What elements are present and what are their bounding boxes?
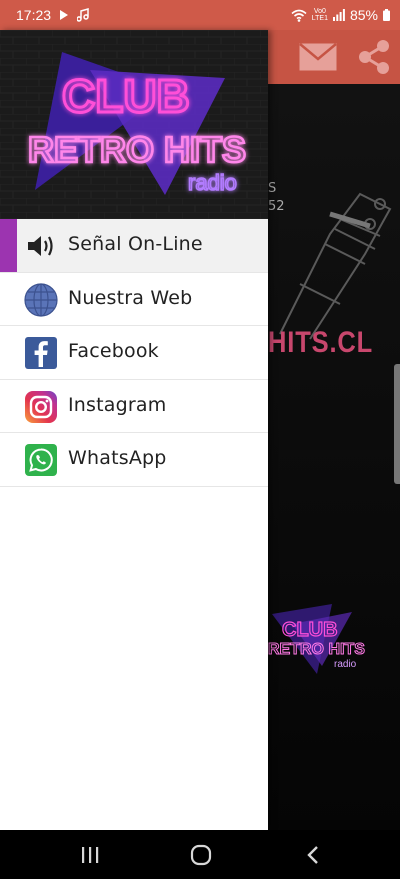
svg-text:RETRO HITS: RETRO HITS bbox=[28, 129, 246, 170]
whatsapp-icon bbox=[24, 443, 58, 477]
svg-text:radio: radio bbox=[188, 170, 237, 195]
music-note-icon bbox=[77, 8, 91, 22]
home-icon[interactable] bbox=[186, 842, 216, 868]
status-time: 17:23 bbox=[16, 7, 52, 23]
scroll-handle[interactable] bbox=[394, 364, 400, 484]
back-icon[interactable] bbox=[298, 842, 328, 868]
facebook-icon bbox=[24, 336, 58, 370]
svg-text:RETRO HITS: RETRO HITS bbox=[268, 641, 365, 658]
background-domain-text: HITS.CL bbox=[268, 326, 374, 359]
background-logo: CLUB RETRO HITS radio bbox=[262, 604, 372, 680]
menu-label: Señal On-Line bbox=[68, 233, 203, 255]
wifi-icon bbox=[291, 9, 307, 22]
menu-item-instagram[interactable]: Instagram bbox=[0, 380, 268, 433]
menu-label: Nuestra Web bbox=[68, 286, 193, 309]
svg-text:CLUB: CLUB bbox=[282, 619, 338, 641]
system-navigation-bar bbox=[0, 830, 400, 879]
globe-icon bbox=[24, 282, 58, 317]
play-notification-icon bbox=[59, 9, 69, 21]
mail-icon[interactable] bbox=[298, 38, 338, 76]
svg-text:radio: radio bbox=[334, 659, 357, 670]
status-bar: 17:23 Vo0 LTE1 85% bbox=[0, 0, 400, 30]
active-indicator bbox=[0, 219, 17, 272]
menu-item-facebook[interactable]: Facebook bbox=[0, 326, 268, 380]
menu-label: Instagram bbox=[68, 393, 167, 416]
menu-item-senal-online[interactable]: Señal On-Line bbox=[0, 219, 268, 273]
drawer-menu: Señal On-Line Nuestra Web Facebook Insta… bbox=[0, 219, 268, 487]
instagram-icon bbox=[24, 390, 58, 424]
speaker-icon bbox=[24, 229, 58, 263]
svg-text:CLUB: CLUB bbox=[62, 70, 190, 122]
battery-percent: 85% bbox=[349, 7, 378, 23]
share-icon[interactable] bbox=[354, 38, 394, 76]
drawer-header: CLUB RETRO HITS radio bbox=[0, 30, 268, 219]
signal-icon bbox=[332, 9, 345, 21]
battery-icon bbox=[383, 9, 390, 21]
menu-item-whatsapp[interactable]: WhatsApp bbox=[0, 433, 268, 487]
club-retro-hits-logo: CLUB RETRO HITS radio bbox=[0, 30, 268, 219]
volte-indicator: Vo0 LTE1 bbox=[311, 8, 328, 22]
navigation-drawer: CLUB RETRO HITS radio Señal On-Line Nues… bbox=[0, 30, 268, 830]
menu-label: Facebook bbox=[68, 340, 159, 362]
recent-apps-icon[interactable] bbox=[75, 842, 105, 868]
menu-item-nuestra-web[interactable]: Nuestra Web bbox=[0, 273, 268, 326]
menu-label: WhatsApp bbox=[68, 447, 167, 469]
